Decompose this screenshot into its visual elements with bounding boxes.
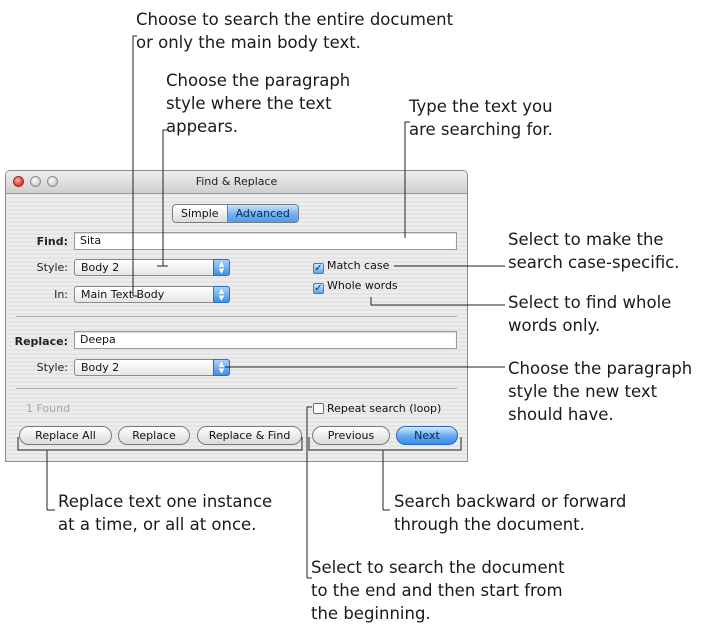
leader-type-text	[404, 121, 410, 128]
callout-leader-lines	[17, 35, 505, 579]
leader-paragraph-style	[162, 129, 167, 140]
leader-nav-bracket	[308, 437, 462, 451]
leader-replace-bracket	[17, 437, 303, 451]
leader-search-scope	[132, 35, 137, 43]
